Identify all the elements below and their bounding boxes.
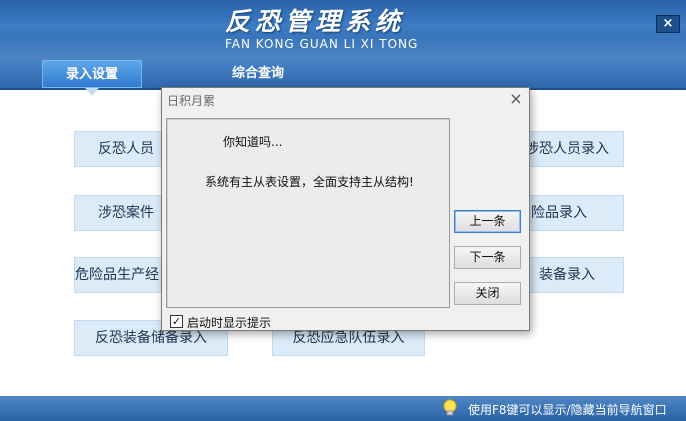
show-on-startup-checkbox[interactable]: ✓ [170, 315, 183, 328]
tip-content-panel: 你知道吗... 系统有主从表设置，全面支持主从结构! [166, 118, 450, 308]
tab-input-settings[interactable]: 录入设置 [42, 60, 142, 88]
status-bar: 使用F8键可以显示/隐藏当前导航窗口 [0, 396, 686, 421]
tab-query[interactable]: 综合查询 [218, 60, 298, 88]
tip-text: 系统有主从表设置，全面支持主从结构! [205, 175, 414, 189]
tip-heading: 你知道吗... [223, 135, 283, 149]
app-subtitle: FAN KONG GUAN LI XI TONG [225, 37, 419, 51]
tip-dialog: 日积月累 × 你知道吗... 系统有主从表设置，全面支持主从结构! 上一条 下一… [161, 87, 530, 331]
previous-tip-button[interactable]: 上一条 [454, 210, 521, 233]
app-header: 反恐管理系统 FAN KONG GUAN LI XI TONG × [0, 0, 686, 58]
tab-bar: 录入设置 综合查询 [0, 58, 686, 90]
dialog-title: 日积月累 [167, 94, 216, 108]
active-tab-pointer [85, 88, 99, 96]
show-on-startup-label: 启动时显示提示 [187, 316, 272, 330]
dialog-close-icon[interactable]: × [507, 90, 525, 108]
footer-hint: 使用F8键可以显示/隐藏当前导航窗口 [468, 403, 667, 417]
app-title: 反恐管理系统 [225, 7, 406, 36]
app-close-button[interactable]: × [656, 15, 680, 33]
close-dialog-button[interactable]: 关闭 [454, 282, 521, 305]
lightbulb-icon [443, 399, 457, 416]
next-tip-button[interactable]: 下一条 [454, 246, 521, 269]
